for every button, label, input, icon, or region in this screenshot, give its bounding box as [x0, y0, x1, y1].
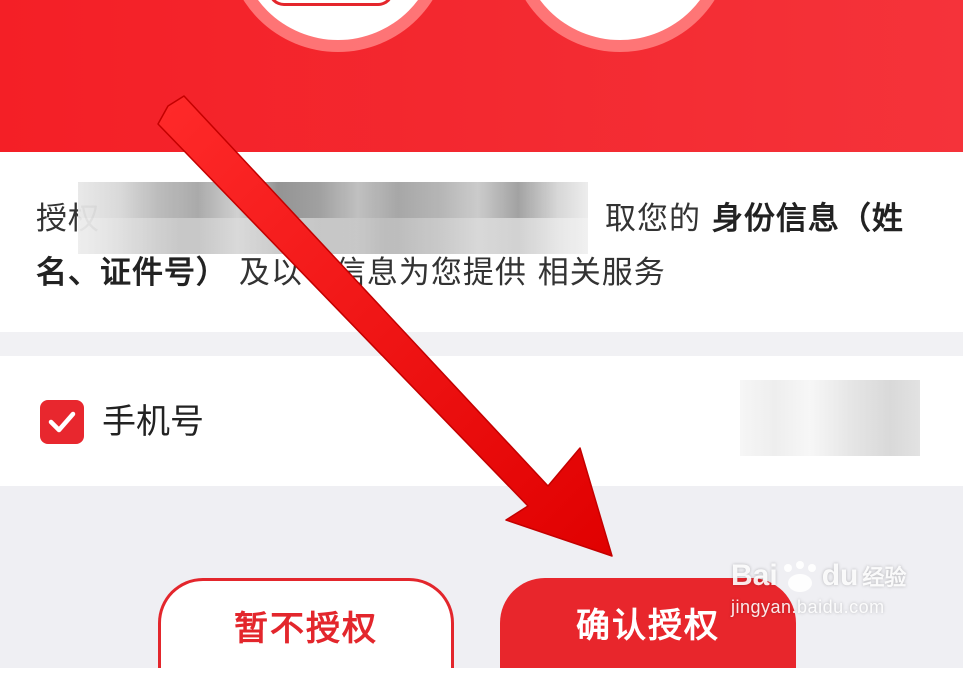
phone-checkbox[interactable] — [40, 400, 84, 444]
deny-authorization-button[interactable]: 暂不授权 — [158, 578, 454, 668]
watermark-du: du — [821, 559, 859, 592]
section-divider — [0, 332, 963, 356]
baidu-jingyan-watermark: Bai du 经验 jingyan.baidu.com — [731, 558, 911, 638]
watermark-url: jingyan.baidu.com — [731, 597, 885, 617]
auth-suffix: 取您的 — [605, 201, 701, 237]
auth-rest: 及以下信息为您提供 相关服务 — [238, 255, 666, 291]
watermark-bai: Bai — [731, 559, 778, 592]
service-logo-right — [520, 0, 720, 40]
logo-pill-shape — [268, 0, 394, 6]
service-logo-left — [238, 0, 438, 40]
top-banner — [0, 0, 963, 152]
pixelated-phone-number — [740, 380, 920, 456]
pixelated-redaction — [78, 182, 588, 254]
watermark-jingyan: 经验 — [862, 565, 907, 590]
paw-icon — [783, 561, 816, 593]
phone-permission-label: 手机号 — [102, 402, 204, 442]
check-icon — [48, 411, 76, 433]
permission-row-phone[interactable]: 手机号 — [0, 356, 963, 486]
